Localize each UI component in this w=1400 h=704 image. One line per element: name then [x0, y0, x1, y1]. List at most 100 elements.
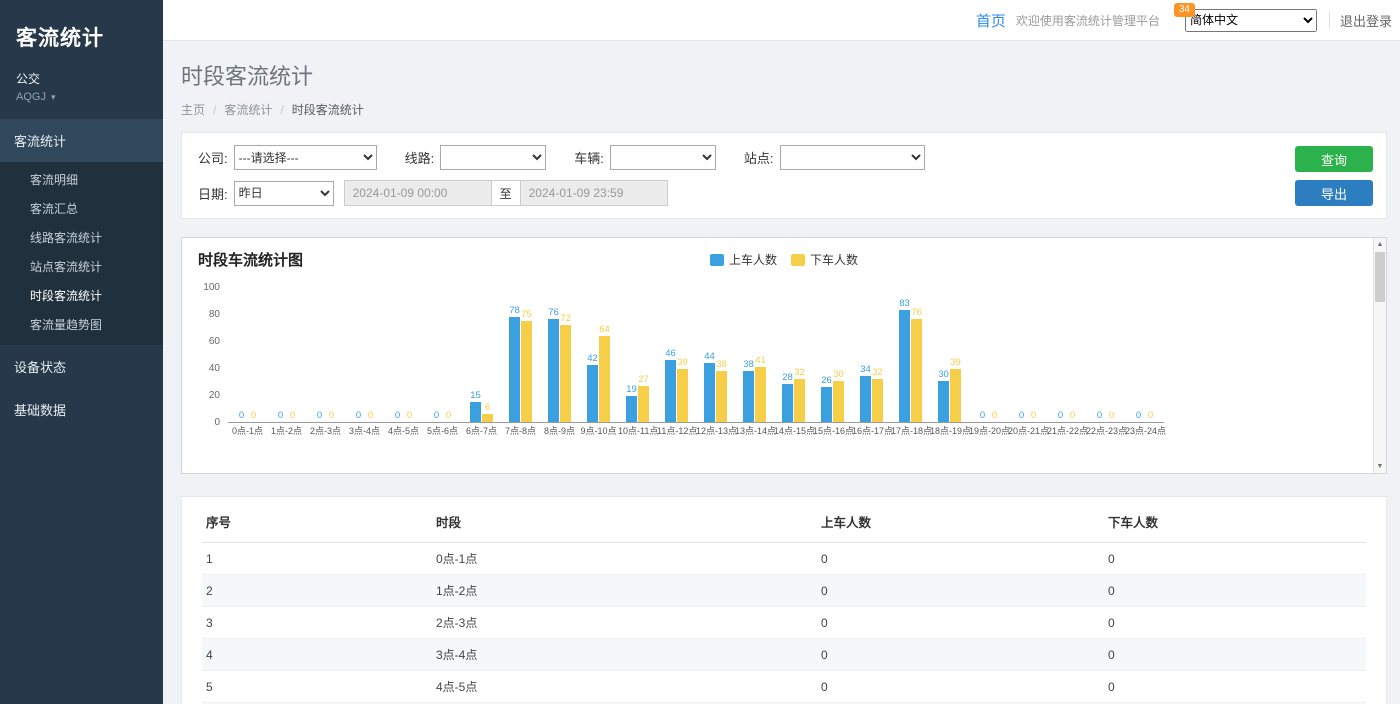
sidebar-item[interactable]: 客流量趋势图: [0, 310, 163, 339]
breadcrumb-separator: /: [280, 103, 283, 117]
logout-link[interactable]: 退出登录: [1340, 11, 1392, 30]
x-axis-label: 18点-19点: [930, 425, 969, 438]
line-select[interactable]: [440, 145, 546, 170]
bar[interactable]: [626, 396, 637, 422]
table-row[interactable]: 32点-3点00: [202, 607, 1366, 639]
vehicle-select[interactable]: [610, 145, 716, 170]
bar[interactable]: [821, 387, 832, 422]
scroll-up-icon[interactable]: ▲: [1374, 238, 1386, 251]
breadcrumb-item[interactable]: 客流统计: [224, 101, 272, 118]
sidebar-item[interactable]: 线路客流统计: [0, 223, 163, 252]
bar[interactable]: [665, 360, 676, 422]
bar[interactable]: [599, 336, 610, 422]
app-brand: 客流统计: [0, 0, 163, 52]
bar-column: 0: [236, 411, 247, 423]
sidebar-section[interactable]: 基础数据: [0, 388, 163, 431]
bar[interactable]: [521, 321, 532, 422]
x-axis-label: 21点-22点: [1047, 425, 1086, 438]
date-preset-select[interactable]: 昨日: [234, 181, 334, 206]
x-axis-label: 22点-23点: [1086, 425, 1125, 438]
bar[interactable]: [509, 317, 520, 422]
table-cell: 1点-2点: [432, 575, 817, 607]
bar[interactable]: [872, 379, 883, 422]
query-button[interactable]: 查询: [1295, 146, 1373, 172]
page-title: 时段客流统计: [181, 59, 1382, 91]
bar[interactable]: [470, 402, 481, 422]
language-select[interactable]: 简体中文: [1185, 9, 1317, 32]
breadcrumb-item[interactable]: 主页: [181, 101, 205, 118]
sidebar-item[interactable]: 客流明细: [0, 165, 163, 194]
bar[interactable]: [938, 381, 949, 422]
bar-value-label: 46: [665, 349, 676, 359]
bar[interactable]: [911, 319, 922, 422]
scroll-down-icon[interactable]: ▼: [1374, 460, 1386, 473]
bar-group: 156: [462, 287, 501, 422]
home-link[interactable]: 首页: [976, 10, 1006, 31]
table-row[interactable]: 43点-4点00: [202, 639, 1366, 671]
station-select[interactable]: [780, 145, 925, 170]
bar-column: 0: [1016, 411, 1027, 423]
bar-value-label: 72: [560, 314, 571, 324]
x-axis-label: 4点-5点: [384, 425, 423, 438]
date-start-input[interactable]: [344, 180, 492, 206]
table-body: 10点-1点0021点-2点0032点-3点0043点-4点0054点-5点00…: [202, 543, 1366, 704]
legend-item[interactable]: 下车人数: [791, 251, 858, 268]
scrollbar-thumb[interactable]: [1375, 252, 1385, 302]
bar-value-label: 0: [980, 411, 985, 421]
org-selector[interactable]: AQGJ ▾: [0, 87, 163, 119]
bar[interactable]: [716, 371, 727, 422]
bar-value-label: 0: [239, 411, 244, 421]
bar-column: 32: [872, 368, 883, 423]
bar[interactable]: [482, 414, 493, 422]
sidebar-item[interactable]: 客流汇总: [0, 194, 163, 223]
bar[interactable]: [794, 379, 805, 422]
bar-value-label: 0: [251, 411, 256, 421]
bar[interactable]: [899, 310, 910, 422]
bar[interactable]: [560, 325, 571, 422]
bar[interactable]: [587, 365, 598, 422]
company-select[interactable]: ---请选择---: [234, 145, 377, 170]
bar-value-label: 75: [521, 310, 532, 320]
bar-value-label: 0: [1136, 411, 1141, 421]
bar-value-label: 0: [1148, 411, 1153, 421]
bar[interactable]: [548, 319, 559, 422]
table-header-row: 序号时段上车人数下车人数: [202, 501, 1366, 543]
sidebar-item[interactable]: 站点客流统计: [0, 252, 163, 281]
bar-value-label: 0: [317, 411, 322, 421]
bar[interactable]: [638, 386, 649, 422]
bar-column: 0: [431, 411, 442, 423]
sidebar-section[interactable]: 客流统计: [0, 119, 163, 162]
legend-item[interactable]: 上车人数: [710, 251, 777, 268]
date-end-input[interactable]: [520, 180, 668, 206]
bar-group: 00: [1086, 287, 1125, 422]
bar-column: 75: [521, 310, 532, 423]
bar[interactable]: [833, 381, 844, 422]
bar-value-label: 30: [938, 370, 949, 380]
bar-value-label: 32: [872, 368, 883, 378]
bar-value-label: 0: [290, 411, 295, 421]
bar[interactable]: [755, 367, 766, 422]
bar[interactable]: [704, 363, 715, 422]
chart-scrollbar[interactable]: ▲ ▼: [1373, 238, 1386, 473]
x-axis-label: 0点-1点: [228, 425, 267, 438]
bar[interactable]: [950, 369, 961, 422]
org-code-label: AQGJ: [16, 91, 46, 103]
bar-value-label: 0: [1070, 411, 1075, 421]
table-header-cell: 上车人数: [817, 501, 1104, 543]
export-button[interactable]: 导出: [1295, 180, 1373, 206]
table-row[interactable]: 10点-1点00: [202, 543, 1366, 575]
bar-column: 30: [833, 370, 844, 423]
bar-value-label: 0: [1019, 411, 1024, 421]
breadcrumb-item[interactable]: 时段客流统计: [292, 101, 364, 118]
bar[interactable]: [677, 369, 688, 422]
sidebar-item[interactable]: 时段客流统计: [0, 281, 163, 310]
bar[interactable]: [743, 371, 754, 422]
bar[interactable]: [860, 376, 871, 422]
table-row[interactable]: 21点-2点00: [202, 575, 1366, 607]
table-cell: 0: [1104, 671, 1366, 703]
notification-badge[interactable]: 34: [1174, 3, 1195, 17]
table-row[interactable]: 54点-5点00: [202, 671, 1366, 703]
sidebar-section[interactable]: 设备状态: [0, 345, 163, 388]
bar[interactable]: [782, 384, 793, 422]
bar-group: 3432: [852, 287, 891, 422]
